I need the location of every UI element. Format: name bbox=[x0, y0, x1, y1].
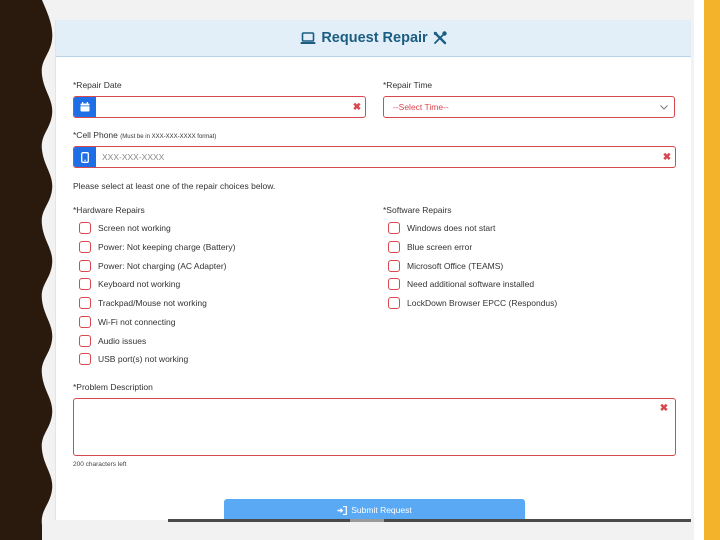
cell-phone-input[interactable] bbox=[96, 147, 659, 167]
scrollbar-track[interactable] bbox=[168, 519, 691, 522]
checkbox[interactable] bbox=[79, 315, 91, 328]
checkbox[interactable] bbox=[79, 352, 91, 365]
software-option[interactable]: Blue screen error bbox=[388, 240, 472, 253]
form-header: Request Repair bbox=[56, 20, 691, 57]
calendar-icon[interactable] bbox=[74, 97, 96, 117]
cell-phone-label-text: *Cell Phone bbox=[73, 130, 118, 140]
checkbox[interactable] bbox=[79, 221, 91, 234]
right-border-gold bbox=[704, 0, 720, 540]
page-title: Request Repair bbox=[321, 30, 428, 46]
hardware-option[interactable]: Power: Not charging (AC Adapter) bbox=[79, 259, 227, 272]
software-option[interactable]: LockDown Browser EPCC (Respondus) bbox=[388, 296, 557, 309]
scrollbar-thumb[interactable] bbox=[350, 519, 384, 522]
tools-icon bbox=[433, 31, 447, 45]
option-label: Screen not working bbox=[98, 222, 171, 233]
cell-phone-group: ✖ bbox=[73, 146, 676, 168]
checkbox[interactable] bbox=[79, 240, 91, 253]
repair-time-label: *Repair Time bbox=[383, 80, 433, 90]
option-label: Power: Not keeping charge (Battery) bbox=[98, 241, 236, 252]
characters-left-counter: 200 characters left bbox=[73, 461, 127, 468]
repair-form-card: Request Repair *Repair Date ✖ *Repair Ti… bbox=[55, 20, 691, 521]
checkbox[interactable] bbox=[79, 334, 91, 347]
sign-in-icon bbox=[337, 505, 348, 515]
hardware-option[interactable]: Wi-Fi not connecting bbox=[79, 315, 175, 328]
hardware-option[interactable]: Keyboard not working bbox=[79, 277, 180, 290]
option-label: Microsoft Office (TEAMS) bbox=[407, 260, 504, 271]
laptop-icon bbox=[300, 31, 316, 45]
right-border-white bbox=[694, 0, 704, 540]
wavy-edge-decoration bbox=[0, 0, 53, 540]
software-option[interactable]: Need additional software installed bbox=[388, 277, 534, 290]
close-icon[interactable]: ✖ bbox=[659, 147, 675, 167]
problem-description-label: *Problem Description bbox=[73, 382, 153, 392]
option-label: Windows does not start bbox=[407, 222, 496, 233]
phone-icon bbox=[74, 147, 96, 167]
submit-button-label: Submit Request bbox=[351, 505, 412, 515]
cell-phone-label: *Cell Phone (Must be in XXX-XXX-XXXX for… bbox=[73, 130, 216, 140]
repair-date-label: *Repair Date bbox=[73, 80, 122, 90]
hardware-option[interactable]: Audio issues bbox=[79, 334, 146, 347]
repair-time-select[interactable]: --Select Time-- bbox=[383, 96, 675, 118]
option-label: Blue screen error bbox=[407, 241, 473, 252]
repair-time-selected: --Select Time-- bbox=[393, 102, 449, 112]
checkbox[interactable] bbox=[388, 240, 400, 253]
option-label: USB port(s) not working bbox=[98, 353, 189, 364]
option-label: Audio issues bbox=[98, 335, 147, 346]
option-label: Keyboard not working bbox=[98, 278, 181, 289]
hardware-option[interactable]: Screen not working bbox=[79, 221, 171, 234]
problem-description-input[interactable] bbox=[74, 399, 675, 455]
close-icon[interactable]: ✖ bbox=[349, 97, 365, 117]
software-option[interactable]: Microsoft Office (TEAMS) bbox=[388, 259, 503, 272]
close-icon[interactable]: ✖ bbox=[656, 403, 672, 414]
hardware-option[interactable]: USB port(s) not working bbox=[79, 352, 188, 365]
option-label: Trackpad/Mouse not working bbox=[98, 297, 207, 308]
checkbox[interactable] bbox=[388, 259, 400, 272]
checkbox[interactable] bbox=[79, 259, 91, 272]
checkbox[interactable] bbox=[388, 221, 400, 234]
chevron-down-icon bbox=[654, 104, 674, 110]
option-label: Power: Not charging (AC Adapter) bbox=[98, 260, 227, 271]
checkbox[interactable] bbox=[388, 277, 400, 290]
hardware-option[interactable]: Trackpad/Mouse not working bbox=[79, 296, 207, 309]
instructions-text: Please select at least one of the repair… bbox=[73, 181, 276, 191]
software-repairs-label: *Software Repairs bbox=[383, 205, 452, 215]
cell-phone-hint: (Must be in XXX-XXX-XXXX format) bbox=[120, 134, 217, 140]
hardware-repairs-label: *Hardware Repairs bbox=[73, 205, 145, 215]
checkbox[interactable] bbox=[388, 296, 400, 309]
submit-button[interactable]: Submit Request bbox=[224, 499, 525, 521]
repair-date-input[interactable] bbox=[96, 97, 349, 117]
software-option[interactable]: Windows does not start bbox=[388, 221, 495, 234]
checkbox[interactable] bbox=[79, 296, 91, 309]
repair-date-group: ✖ bbox=[73, 96, 366, 118]
option-label: Wi-Fi not connecting bbox=[98, 316, 176, 327]
hardware-option[interactable]: Power: Not keeping charge (Battery) bbox=[79, 240, 235, 253]
problem-description-group: ✖ bbox=[73, 398, 676, 456]
option-label: Need additional software installed bbox=[407, 278, 535, 289]
option-label: LockDown Browser EPCC (Respondus) bbox=[407, 297, 558, 308]
checkbox[interactable] bbox=[79, 277, 91, 290]
